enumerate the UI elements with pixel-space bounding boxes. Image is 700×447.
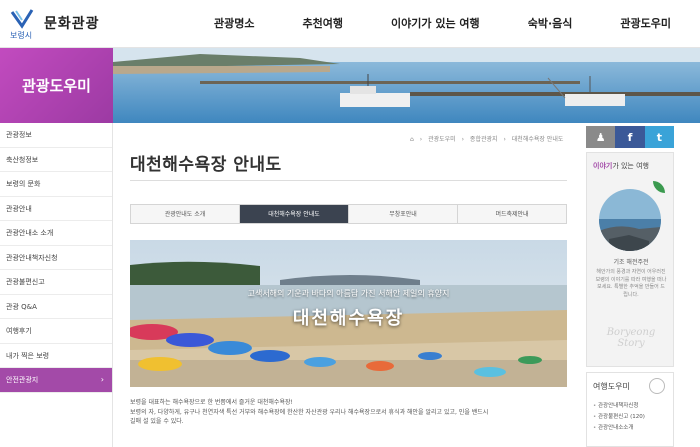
tab-muchangpo[interactable]: 무창포안내 bbox=[349, 205, 458, 223]
leaf-icon bbox=[653, 181, 665, 193]
breadcrumb-item[interactable]: 종합관광지 bbox=[470, 136, 498, 143]
description-text: 보령을 대표하는 해수욕장으로 한 번쯤에서 즐거운 대천해수욕장! 보령의 자… bbox=[130, 398, 567, 427]
sidebar-item-complaint[interactable]: 관광불편신고 bbox=[0, 270, 112, 295]
page: 보령시 문화관광 관광명소 추천여행 이야기가 있는 여행 숙박·음식 관광도우… bbox=[0, 0, 700, 447]
helper-icon bbox=[649, 378, 665, 394]
sidebar-item-my-photos[interactable]: 내가 찍은 보령 bbox=[0, 344, 112, 368]
nav-item-attractions[interactable]: 관광명소 bbox=[190, 0, 279, 48]
tab-mud-festival[interactable]: 머드축제안내 bbox=[458, 205, 566, 223]
description-line: 보령을 대표하는 해수욕장으로 한 번쯤에서 즐거운 대천해수욕장! bbox=[130, 399, 293, 406]
helper-link-brochure[interactable]: 관광안내책자신청 bbox=[593, 401, 671, 412]
description-line: 보령의 자, 다양하게, 유구나 천연자색 특선 거부와 해수욕장에 한산한 자… bbox=[130, 408, 489, 416]
main-navigation: 관광명소 추천여행 이야기가 있는 여행 숙박·음식 관광도우미 bbox=[190, 0, 695, 48]
tab-guide-intro[interactable]: 관광안내도 소개 bbox=[131, 205, 240, 223]
breadcrumb-current: 대천해수욕장 안내도 bbox=[511, 136, 564, 143]
sidebar-item-safe-tourism[interactable]: 안전관광지 › bbox=[0, 368, 112, 393]
story-banner[interactable]: 이야기가 있는 여행 기조 해전주전 해안가의 풍경과 자연이 어우러진 보령의… bbox=[586, 152, 674, 367]
title-divider bbox=[130, 180, 567, 181]
content-tabs: 관광안내도 소개 대천해수욕장 안내도 무창포안내 머드축제안내 bbox=[130, 204, 567, 224]
travel-helper-box: 여행도우미 관광안내책자신청 관광불편신고 (120) 관광안내소소개 bbox=[586, 372, 674, 447]
breadcrumb-separator: › bbox=[461, 136, 464, 143]
social-buttons: ♟ f t bbox=[586, 126, 674, 148]
sidebar-item-reviews[interactable]: 여행후기 bbox=[0, 319, 112, 344]
page-title: 대천해수욕장 안내도 bbox=[130, 155, 282, 175]
sidebar-item-culture[interactable]: 보령의 문화 bbox=[0, 172, 112, 197]
sidebar-item-festival-info[interactable]: 축산청정보 bbox=[0, 148, 112, 172]
description-line: 길매 설 있을 수 있다. bbox=[130, 418, 184, 425]
photo-title: 대천해수욕장 bbox=[292, 308, 405, 329]
breadcrumb-separator: › bbox=[419, 136, 423, 143]
site-header: 보령시 문화관광 관광명소 추천여행 이야기가 있는 여행 숙박·음식 관광도우… bbox=[0, 0, 700, 48]
home-icon[interactable]: ⌂ bbox=[410, 136, 414, 143]
photo-caption: 고색서해의 기운과 바다의 아름답 가진 서해안 제일의 휴양지 bbox=[247, 289, 450, 298]
breadcrumb: ⌂ › 관광도우미 › 종합관광지 › 대천해수욕장 안내도 bbox=[410, 134, 567, 143]
sidebar-item-label: 안전관광지 bbox=[6, 376, 39, 384]
sidebar: 관광정보 축산청정보 보령의 문화 관광안내 관광안내소 소개 관광안내책자신청… bbox=[0, 123, 113, 447]
sidebar-item-info-center[interactable]: 관광안내소 소개 bbox=[0, 221, 112, 246]
story-heading: 이야기가 있는 여행 bbox=[593, 161, 649, 171]
twitter-icon[interactable]: t bbox=[644, 126, 674, 148]
nav-item-story-trips[interactable]: 이야기가 있는 여행 bbox=[367, 0, 504, 48]
nav-item-lodging-food[interactable]: 숙박·음식 bbox=[504, 0, 597, 48]
helper-link-complaint[interactable]: 관광불편신고 (120) bbox=[593, 412, 671, 423]
travel-helper-list: 관광안내책자신청 관광불편신고 (120) 관광안내소소개 bbox=[593, 401, 671, 434]
site-logo[interactable]: 보령시 문화관광 bbox=[8, 6, 103, 42]
travel-helper-heading: 여행도우미 bbox=[593, 382, 630, 391]
breadcrumb-item[interactable]: 관광도우미 bbox=[428, 136, 456, 143]
logo-mark-icon bbox=[10, 9, 34, 29]
chevron-right-icon: › bbox=[100, 375, 104, 384]
story-heading-bold: 이야기 bbox=[593, 162, 613, 170]
coast-thumbnail bbox=[599, 189, 661, 251]
sidebar-item-brochure-request[interactable]: 관광안내책자신청 bbox=[0, 246, 112, 270]
section-title: 관광도우미 bbox=[0, 48, 113, 123]
beach-photo: 고색서해의 기운과 바다의 아름답 가진 서해안 제일의 휴양지 대천해수욕장 bbox=[130, 240, 567, 387]
sidebar-item-tour-info[interactable]: 관광정보 bbox=[0, 123, 112, 148]
nav-item-tour-helper[interactable]: 관광도우미 bbox=[596, 0, 695, 48]
story-heading-rest: 가 있는 여행 bbox=[612, 162, 649, 170]
person-icon[interactable]: ♟ bbox=[586, 126, 616, 148]
story-thumbnail bbox=[599, 189, 661, 251]
story-description: 해안가의 풍경과 자연이 어우러진 보령의 이야기를 따라 여행을 떠나보세요.… bbox=[595, 269, 667, 298]
brand-title: 문화관광 bbox=[44, 16, 100, 32]
tab-daecheon-map[interactable]: 대천해수욕장 안내도 bbox=[240, 205, 349, 223]
helper-link-info-center[interactable]: 관광안내소소개 bbox=[593, 423, 671, 434]
nav-item-recommended-trips[interactable]: 추천여행 bbox=[279, 0, 368, 48]
sidebar-item-qna[interactable]: 관광 Q&A bbox=[0, 295, 112, 319]
story-script-text: Boryeong Story bbox=[606, 327, 656, 349]
logo-city-label: 보령시 bbox=[10, 31, 33, 40]
breadcrumb-separator: › bbox=[503, 136, 506, 143]
story-caption: 기조 해전주전 bbox=[613, 259, 649, 266]
facebook-icon[interactable]: f bbox=[615, 126, 645, 148]
sidebar-item-tour-guide[interactable]: 관광안내 bbox=[0, 197, 112, 221]
